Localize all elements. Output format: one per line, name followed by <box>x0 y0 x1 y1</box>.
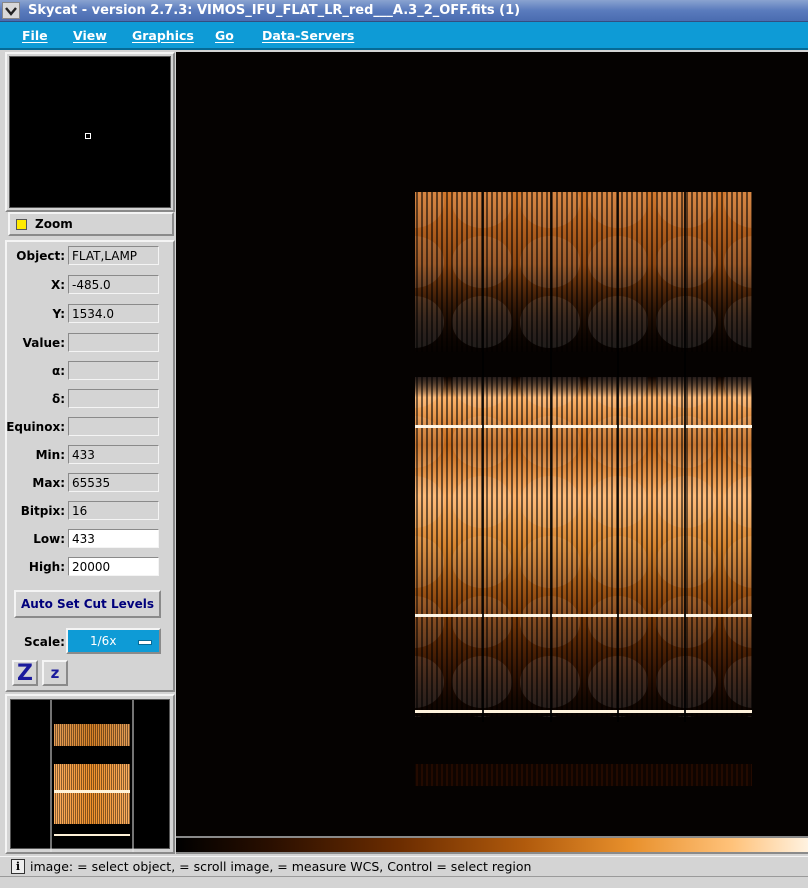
x-field: -485.0 <box>68 275 159 294</box>
row-high: High: 20000 <box>7 557 173 579</box>
menu-file[interactable]: File <box>22 28 48 43</box>
scale-menubutton[interactable]: 1/6x <box>66 628 161 654</box>
min-label: Min: <box>35 448 65 462</box>
scale-value: 1/6x <box>90 634 117 648</box>
equinox-label: Equinox: <box>6 420 65 434</box>
bitpix-label: Bitpix: <box>20 504 65 518</box>
zoom-label: Zoom <box>35 217 73 231</box>
zoom-in-icon: Z <box>17 660 33 686</box>
value-field <box>68 333 159 352</box>
panner-canvas[interactable] <box>9 56 171 208</box>
low-input[interactable]: 433 <box>68 529 159 548</box>
alpha-field <box>68 361 159 380</box>
delta-field <box>68 389 159 408</box>
value-label: Value: <box>22 336 65 350</box>
row-bitpix: Bitpix: 16 <box>7 501 173 523</box>
thumbnail-frame <box>5 694 175 854</box>
menu-data-servers[interactable]: Data-Servers <box>262 28 354 43</box>
row-delta: δ: <box>7 389 173 411</box>
scale-label: Scale: <box>24 635 65 649</box>
zoom-toggle[interactable]: Zoom <box>8 212 174 236</box>
min-field: 433 <box>68 445 159 464</box>
panner-view-marker[interactable] <box>85 133 91 139</box>
info-icon: i <box>11 859 25 874</box>
delta-label: δ: <box>51 392 65 406</box>
object-field: FLAT,LAMP <box>68 246 159 265</box>
image-display[interactable] <box>176 52 808 836</box>
row-min: Min: 433 <box>7 445 173 467</box>
colormap-bar <box>176 836 808 854</box>
max-label: Max: <box>32 476 65 490</box>
thumbnail-canvas[interactable] <box>10 699 170 852</box>
control-panel: Zoom Object: FLAT,LAMP X: -485.0 Y: 1534… <box>5 52 175 854</box>
high-input[interactable]: 20000 <box>68 557 159 576</box>
zoom-out-icon: z <box>50 664 60 682</box>
thumbnail-image <box>50 700 134 852</box>
menu-view[interactable]: View <box>73 28 107 43</box>
equinox-field <box>68 417 159 436</box>
bitpix-field: 16 <box>68 501 159 520</box>
zoom-out-button[interactable]: z <box>42 660 68 686</box>
low-label: Low: <box>33 532 65 546</box>
chevron-down-icon <box>5 6 17 16</box>
object-label: Object: <box>16 249 65 263</box>
info-panel: Object: FLAT,LAMP X: -485.0 Y: 1534.0 Va… <box>5 240 175 692</box>
row-alpha: α: <box>7 361 173 383</box>
row-low: Low: 433 <box>7 529 173 551</box>
y-label: Y: <box>52 307 65 321</box>
bottom-strip <box>0 876 808 888</box>
status-bar: i image: = select object, = scroll image… <box>0 856 808 876</box>
row-max: Max: 65535 <box>7 473 173 495</box>
row-y: Y: 1534.0 <box>7 304 173 326</box>
high-label: High: <box>28 560 65 574</box>
image-canvas <box>415 192 752 786</box>
option-menu-indicator-icon <box>138 640 152 645</box>
zoom-checkbox[interactable] <box>16 218 27 230</box>
max-field: 65535 <box>68 473 159 492</box>
row-equinox: Equinox: <box>6 417 173 439</box>
alpha-label: α: <box>51 364 65 378</box>
status-text: image: = select object, = scroll image, … <box>30 859 532 874</box>
window-menu-button[interactable] <box>2 2 20 19</box>
auto-set-cut-levels-button[interactable]: Auto Set Cut Levels <box>14 590 161 618</box>
x-label: X: <box>50 278 65 292</box>
row-object: Object: FLAT,LAMP <box>7 246 173 268</box>
panner-frame <box>5 52 175 212</box>
row-x: X: -485.0 <box>7 275 173 297</box>
y-field: 1534.0 <box>68 304 159 323</box>
title-bar: Skycat - version 2.7.3: VIMOS_IFU_FLAT_L… <box>0 0 808 22</box>
window-title: Skycat - version 2.7.3: VIMOS_IFU_FLAT_L… <box>28 3 521 18</box>
menu-go[interactable]: Go <box>215 28 234 43</box>
menu-graphics[interactable]: Graphics <box>132 28 194 43</box>
menu-bar: File View Graphics Go Data-Servers <box>0 22 808 50</box>
row-value: Value: <box>7 333 173 355</box>
zoom-in-button[interactable]: Z <box>12 660 38 686</box>
